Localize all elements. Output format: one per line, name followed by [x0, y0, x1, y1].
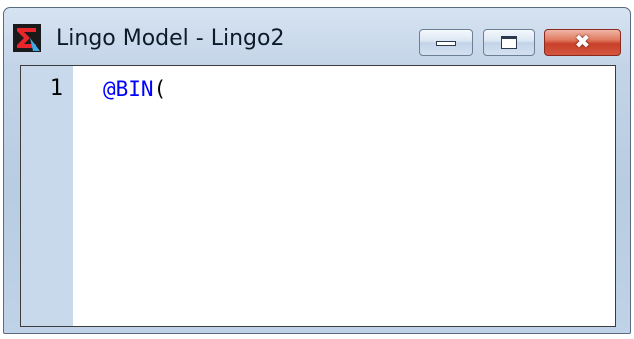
close-icon: ✖	[574, 31, 591, 53]
window-title: Lingo Model - Lingo2	[56, 26, 285, 51]
code-text: (	[153, 77, 167, 101]
line-number: 1	[49, 76, 63, 101]
sigma-icon[interactable]	[13, 24, 41, 52]
minimize-icon	[436, 41, 456, 46]
maximize-button[interactable]	[483, 29, 535, 56]
title-bar[interactable]: Lingo Model - Lingo2 ✖	[4, 8, 630, 64]
line-number-gutter: 1	[21, 66, 73, 326]
code-keyword: @BIN	[103, 77, 154, 101]
close-button[interactable]: ✖	[544, 29, 621, 56]
model-editor[interactable]: 1 @BIN(	[20, 65, 616, 327]
code-line[interactable]: @BIN(	[103, 76, 166, 102]
lingo-model-window: Lingo Model - Lingo2 ✖ 1 @BIN(	[3, 7, 631, 334]
code-text-area[interactable]: @BIN(	[73, 66, 615, 326]
minimize-button[interactable]	[419, 29, 473, 56]
maximize-icon	[501, 36, 517, 49]
